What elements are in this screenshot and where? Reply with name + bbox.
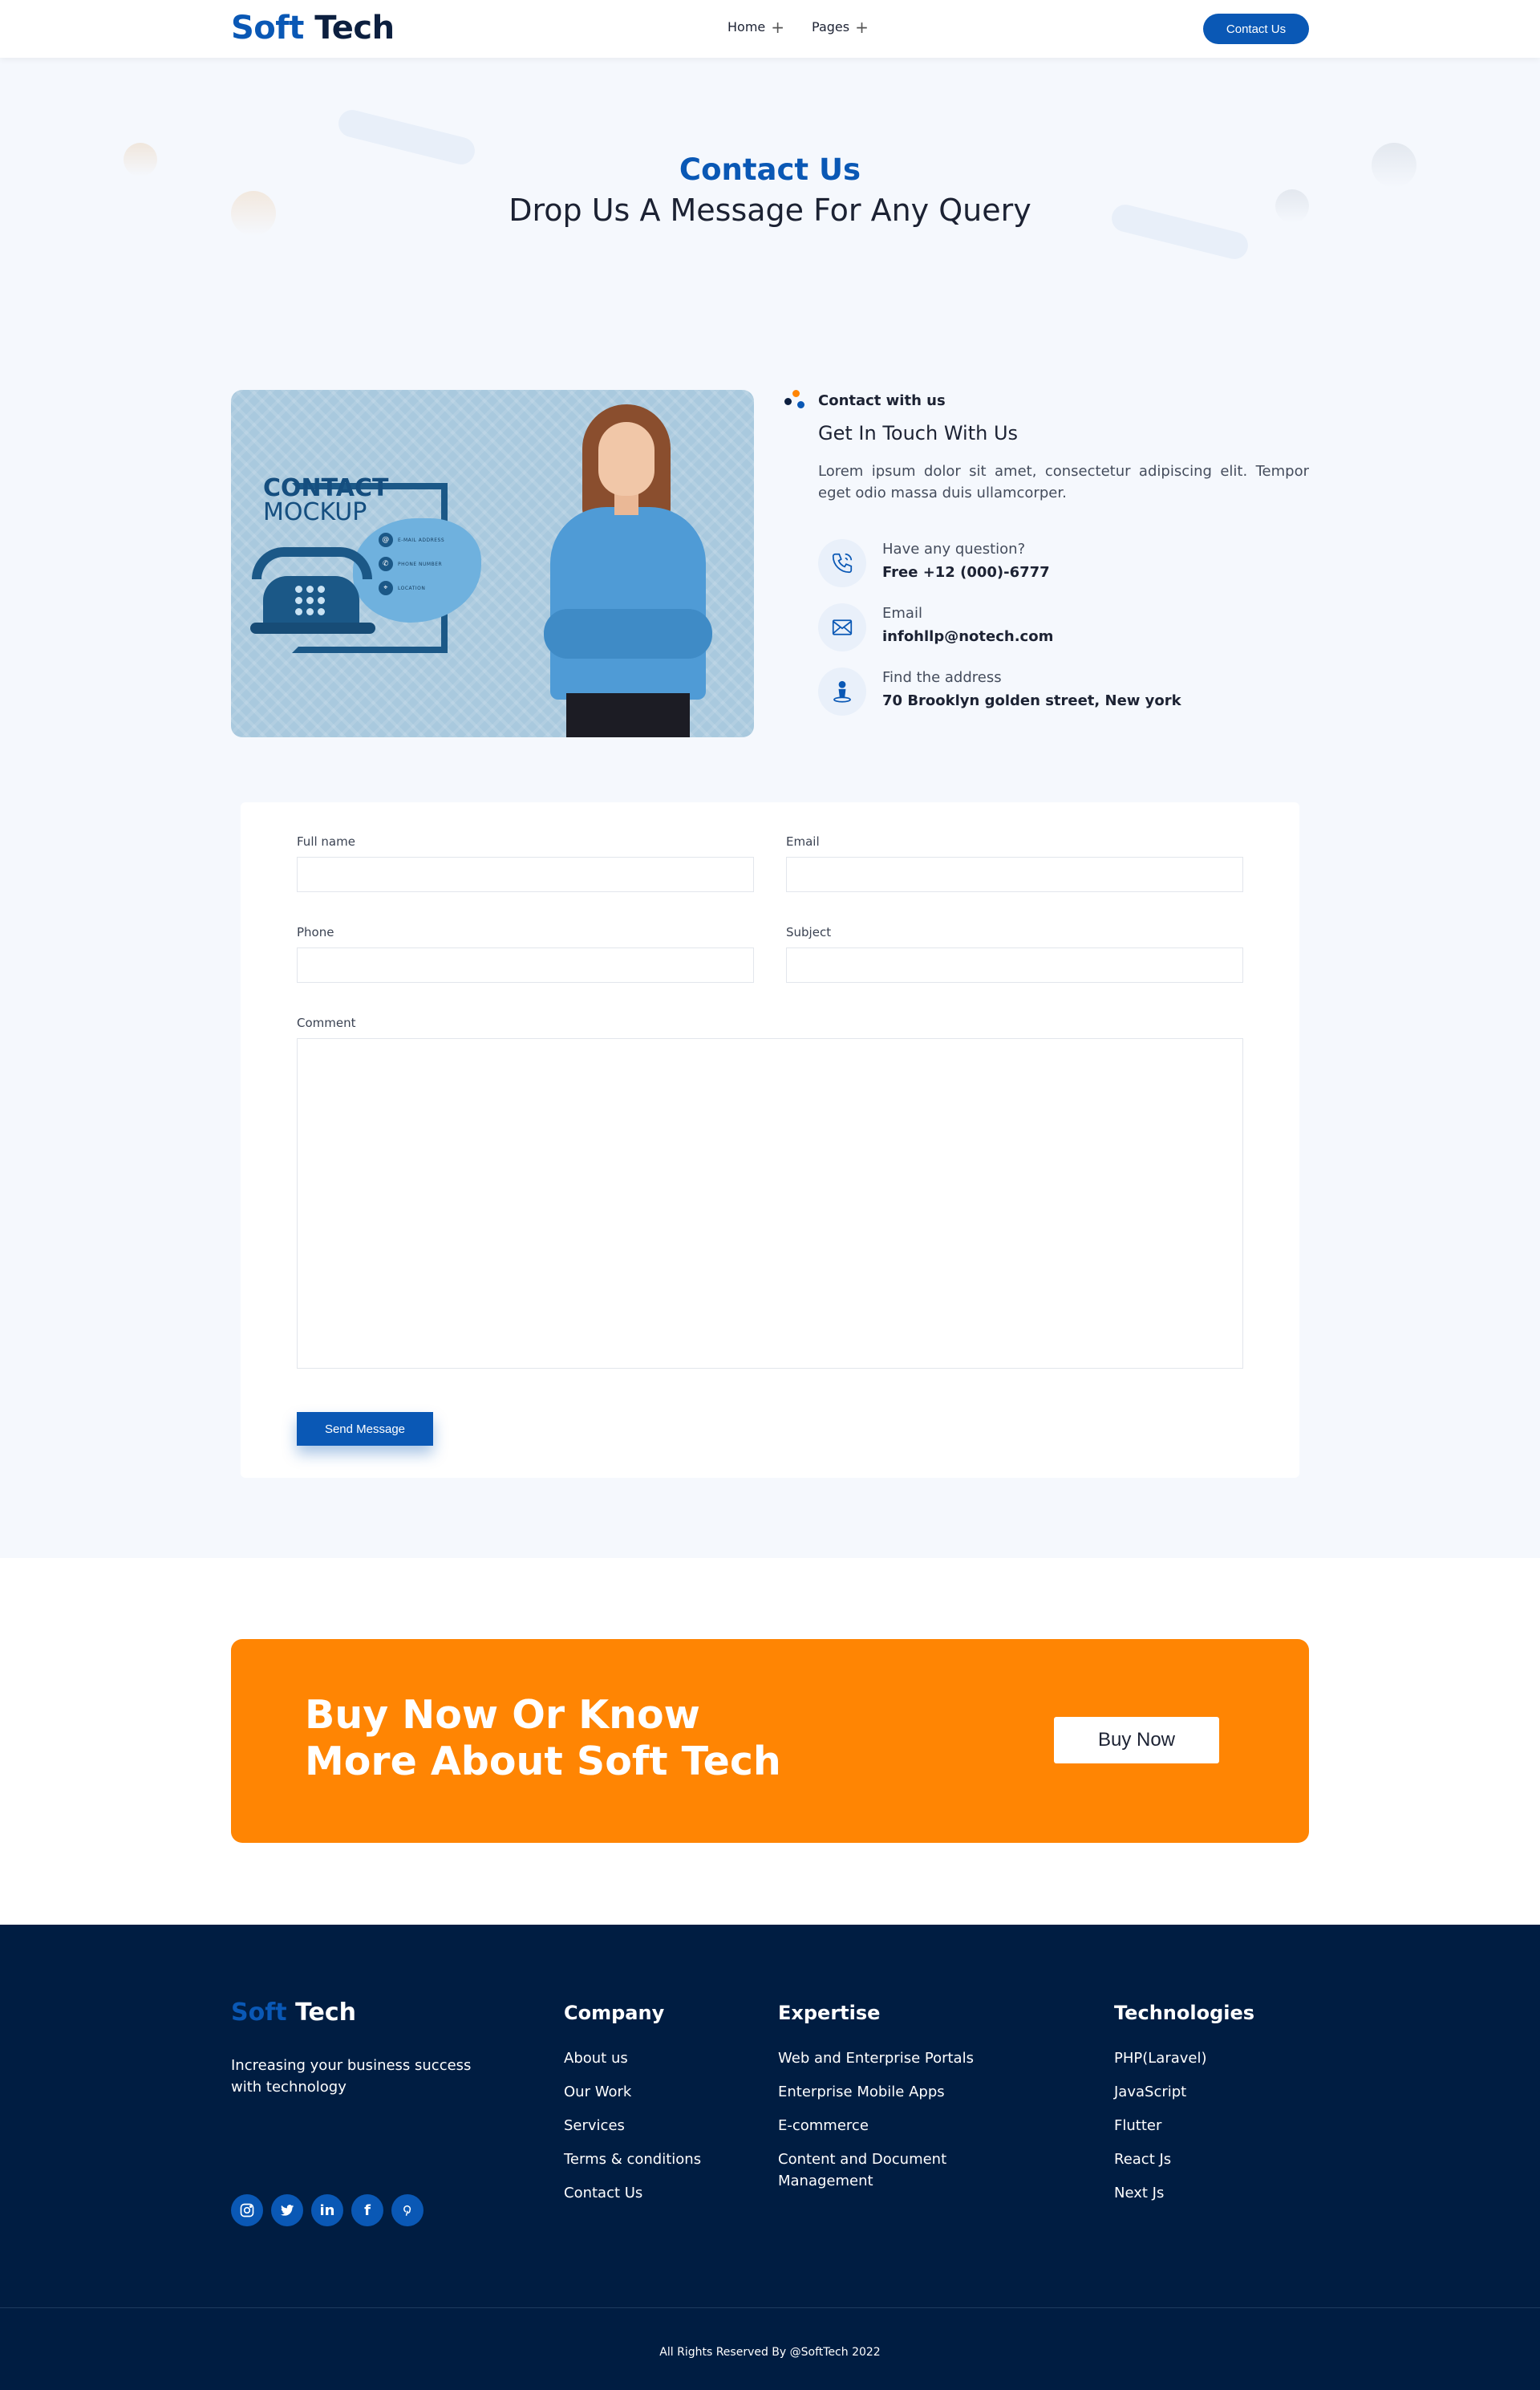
- footer-link[interactable]: Flutter: [1114, 2115, 1307, 2136]
- facebook-icon[interactable]: f: [351, 2194, 383, 2226]
- contact-mockup-image: CONTACT MOCKUP @ E-MAIL ADDRESS ✆ PHONE …: [231, 390, 754, 737]
- logo-soft: Soft: [231, 10, 304, 47]
- footer-link[interactable]: Terms & conditions: [564, 2149, 748, 2170]
- footer-link[interactable]: Web and Enterprise Portals: [778, 2047, 995, 2069]
- info-item-label: Have any question?: [882, 541, 1026, 558]
- footer-tagline: Increasing your business success with te…: [231, 2057, 472, 2096]
- telephone-handset: [252, 547, 372, 579]
- mockup-subtitle: MOCKUP: [263, 498, 367, 526]
- footer-col-company: About us Our Work Services Terms & condi…: [564, 2047, 748, 2216]
- mockup-line-email: @ E-MAIL ADDRESS: [379, 533, 444, 547]
- hero-kicker: Contact Us: [679, 152, 861, 187]
- telephone-keypad: [295, 586, 325, 615]
- phone-input[interactable]: [297, 947, 754, 983]
- footer-link[interactable]: E-commerce: [778, 2115, 995, 2136]
- pinterest-icon[interactable]: [391, 2194, 424, 2226]
- subject-input[interactable]: [786, 947, 1243, 983]
- footer-link[interactable]: Content and Document Management: [778, 2149, 995, 2192]
- footer-link[interactable]: Services: [564, 2115, 748, 2136]
- logo-soft: Soft: [231, 1998, 287, 2027]
- info-description: Lorem ipsum dolor sit amet, consectetur …: [818, 463, 1309, 501]
- email-icon: [818, 603, 866, 651]
- mockup-line-label: LOCATION: [398, 585, 426, 591]
- logo[interactable]: Soft Tech: [231, 10, 395, 47]
- nav-item-label: Pages: [812, 19, 850, 34]
- location-icon: [818, 667, 866, 716]
- subject-label: Subject: [786, 925, 832, 939]
- support-agent-photo: [544, 404, 712, 737]
- info-item-phone: Have any question? Free +12 (000)-6777: [818, 539, 1299, 590]
- footer-divider: [0, 2307, 1540, 2308]
- mockup-line-location: ⌖ LOCATION: [379, 581, 425, 595]
- phone-label: Phone: [297, 925, 334, 939]
- footer-link[interactable]: React Js: [1114, 2149, 1307, 2170]
- nav-item-pages[interactable]: Pages +: [812, 17, 869, 37]
- phone-icon: [818, 539, 866, 587]
- footer-link[interactable]: About us: [564, 2047, 748, 2069]
- contact-us-button[interactable]: Contact Us: [1203, 14, 1309, 44]
- footer-link[interactable]: Contact Us: [564, 2182, 748, 2204]
- plus-icon: +: [771, 17, 785, 37]
- comment-textarea[interactable]: [297, 1038, 1243, 1369]
- mockup-line-label: PHONE NUMBER: [398, 561, 443, 567]
- footer-link[interactable]: Next Js: [1114, 2182, 1307, 2204]
- mockup-title: CONTACT: [263, 474, 389, 502]
- twitter-icon[interactable]: [271, 2194, 303, 2226]
- info-item-value[interactable]: Free +12 (000)-6777: [882, 564, 1050, 581]
- dots-icon: [784, 390, 807, 411]
- buy-now-button[interactable]: Buy Now: [1054, 1717, 1219, 1763]
- info-item-value[interactable]: infohllp@notech.com: [882, 628, 1053, 645]
- site-footer: Soft Tech Increasing your business succe…: [0, 1925, 1540, 2390]
- social-links: in f: [231, 2194, 424, 2226]
- footer-col-technologies: PHP(Laravel) JavaScript Flutter React Js…: [1114, 2047, 1307, 2216]
- footer-col-expertise: Web and Enterprise Portals Enterprise Mo…: [778, 2047, 995, 2204]
- at-icon: @: [379, 533, 393, 547]
- contact-section: Contact Us Drop Us A Message For Any Que…: [0, 58, 1540, 1558]
- footer-link[interactable]: Our Work: [564, 2081, 748, 2103]
- logo-tech: Tech: [314, 10, 395, 47]
- hero-title: Drop Us A Message For Any Query: [509, 193, 1031, 228]
- contact-form: Full name Email Phone Subject Comment Se…: [241, 802, 1299, 1478]
- logo-tech: Tech: [295, 1998, 357, 2027]
- full-name-label: Full name: [297, 834, 355, 849]
- plus-icon: +: [855, 17, 869, 37]
- send-message-button[interactable]: Send Message: [297, 1412, 433, 1446]
- info-item-value[interactable]: 70 Brooklyn golden street, New york: [882, 692, 1181, 709]
- site-header: Soft Tech Home + Pages + Contact Us: [0, 0, 1540, 58]
- info-kicker: Contact with us: [818, 392, 946, 409]
- telephone-foot: [250, 623, 375, 634]
- email-label: Email: [786, 834, 820, 849]
- cta-banner: Buy Now Or Know More About Soft Tech Buy…: [231, 1639, 1309, 1843]
- comment-label: Comment: [297, 1016, 356, 1030]
- instagram-icon[interactable]: [231, 2194, 263, 2226]
- info-item-address: Find the address 70 Brooklyn golden stre…: [818, 667, 1299, 719]
- nav-item-home[interactable]: Home +: [727, 17, 785, 37]
- info-item-label: Email: [882, 605, 922, 622]
- info-item-email: Email infohllp@notech.com: [818, 603, 1299, 655]
- phone-icon: ✆: [379, 557, 393, 571]
- footer-col-title-expertise: Expertise: [778, 2002, 881, 2024]
- footer-link[interactable]: JavaScript: [1114, 2081, 1307, 2103]
- footer-logo[interactable]: Soft Tech: [231, 1998, 356, 2027]
- footer-col-title-company: Company: [564, 2002, 665, 2024]
- cta-title: Buy Now Or Know More About Soft Tech: [305, 1692, 781, 1784]
- mockup-line-phone: ✆ PHONE NUMBER: [379, 557, 442, 571]
- linkedin-icon[interactable]: in: [311, 2194, 343, 2226]
- footer-link[interactable]: Enterprise Mobile Apps: [778, 2081, 995, 2103]
- email-input[interactable]: [786, 857, 1243, 892]
- main-nav: Home + Pages +: [727, 17, 869, 37]
- nav-item-label: Home: [727, 19, 766, 34]
- copyright-text: All Rights Reserved By @SoftTech 2022: [659, 2346, 881, 2359]
- footer-link[interactable]: PHP(Laravel): [1114, 2047, 1307, 2069]
- footer-col-title-technologies: Technologies: [1114, 2002, 1255, 2024]
- info-item-label: Find the address: [882, 669, 1002, 686]
- full-name-input[interactable]: [297, 857, 754, 892]
- pin-icon: ⌖: [379, 581, 393, 595]
- mockup-line-label: E-MAIL ADDRESS: [398, 537, 445, 543]
- info-title: Get In Touch With Us: [818, 422, 1019, 444]
